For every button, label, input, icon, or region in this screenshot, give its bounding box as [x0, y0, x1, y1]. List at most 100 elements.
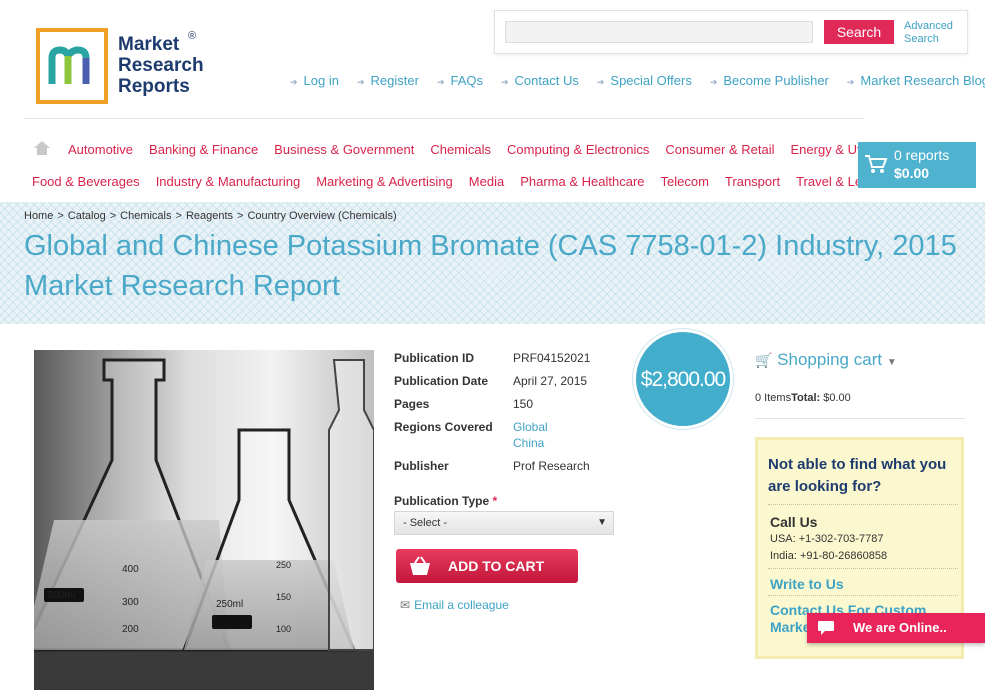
flask1-volume-label: 500ml [48, 590, 75, 601]
flask2-mark-150: 150 [276, 592, 291, 602]
nav-transport[interactable]: Transport [725, 174, 780, 189]
link-label: Special Offers [610, 73, 692, 88]
search-input[interactable] [505, 21, 813, 43]
nav-marketing-advertising[interactable]: Marketing & Advertising [316, 174, 453, 189]
faqs-link[interactable]: ➔ FAQs [437, 73, 483, 88]
arrow-icon: ➔ [709, 77, 718, 87]
page-title: Global and Chinese Potassium Bromate (CA… [24, 230, 957, 302]
envelope-icon: ✉ [400, 598, 411, 612]
breadcrumb: Home > Catalog > Chemicals > Reagents > Country … [24, 210, 397, 222]
become-publisher-link[interactable]: ➔ Become Publisher [710, 73, 829, 88]
arrow-icon: ➔ [356, 77, 365, 87]
publication-id-label: Publication ID [394, 351, 475, 365]
email-colleague-label: Email a colleague [414, 598, 509, 612]
nav-food-beverages[interactable]: Food & Beverages [32, 174, 140, 189]
link-label: FAQs [450, 73, 483, 88]
flask1-mark-300: 300 [122, 597, 139, 608]
live-chat-label: We are Online.. [853, 620, 947, 635]
chat-bubble-icon [818, 621, 834, 635]
email-colleague-link[interactable]: ✉ Email a colleague [400, 598, 509, 612]
logo-line-2: Research [118, 55, 204, 76]
logo-monogram [48, 46, 90, 84]
link-label: Register [370, 73, 419, 88]
blog-link[interactable]: ➔ Market Research Blog [847, 73, 985, 88]
nav-banking-finance[interactable]: Banking & Finance [149, 142, 258, 157]
arrow-icon: ➔ [501, 77, 509, 87]
live-chat-button[interactable]: We are Online.. [807, 613, 985, 643]
nav-media[interactable]: Media [469, 174, 504, 189]
nav-telecom[interactable]: Telecom [661, 174, 709, 189]
nav-industry-manufacturing[interactable]: Industry & Manufacturing [156, 174, 301, 189]
logo[interactable] [36, 28, 108, 104]
logo-line-3: Reports [118, 76, 190, 97]
chevron-down-icon: ▼ [886, 357, 897, 368]
pages-label: Pages [394, 397, 430, 411]
publication-type-text: Publication Type [394, 494, 490, 508]
shopping-cart-summary: 0 ItemsTotal: $0.00 [755, 392, 851, 404]
advanced-search-link[interactable]: Advanced Search [904, 20, 953, 46]
arrow-icon: ➔ [596, 77, 605, 87]
region-china-link[interactable]: China [513, 436, 544, 450]
nav-divider [24, 118, 864, 119]
flask2-mark-250: 250 [276, 560, 291, 570]
publisher-value: Prof Research [513, 459, 590, 473]
breadcrumb-catalog[interactable]: Catalog [68, 210, 106, 222]
cart-icon: 🛒 [755, 352, 773, 368]
dropdown-caret-icon: ▼ [597, 517, 607, 528]
cart-report-count: 0 reports [894, 147, 950, 163]
nav-automotive[interactable]: Automotive [68, 142, 133, 157]
flask1-mark-400: 400 [122, 564, 139, 575]
breadcrumb-separator: > [175, 210, 182, 222]
home-icon[interactable] [33, 140, 51, 156]
nav-consumer-retail[interactable]: Consumer & Retail [665, 142, 774, 157]
link-label: Market Research Blog [860, 73, 985, 88]
cart-icon [865, 155, 888, 173]
publisher-label: Publisher [394, 459, 449, 473]
logo-text: Market Research Reports [118, 34, 204, 97]
shopping-cart-title: Shopping cart [777, 350, 883, 369]
nav-chemicals[interactable]: Chemicals [430, 142, 491, 157]
arrow-icon: ➔ [290, 77, 298, 87]
arrow-icon: ➔ [436, 77, 445, 87]
nav-pharma-healthcare[interactable]: Pharma & Healthcare [520, 174, 644, 189]
nav-business-government[interactable]: Business & Government [274, 142, 414, 157]
login-link[interactable]: ➔ Log in [290, 73, 339, 88]
region-global-link[interactable]: Global [513, 420, 548, 434]
call-us-heading: Call Us [770, 514, 818, 530]
publication-type-label: Publication Type * [394, 494, 497, 508]
shopping-cart-header[interactable]: 🛒 Shopping cart ▼ [755, 350, 897, 370]
flask2-volume-label: 250ml [216, 599, 243, 610]
publication-type-select[interactable]: - Select - ▼ [394, 511, 614, 535]
link-label: Log in [303, 73, 339, 88]
breadcrumb-reagents[interactable]: Reagents [186, 210, 233, 222]
cart-divider [755, 418, 965, 419]
product-image: 500ml 250ml 400 300 200 250 150 100 [34, 350, 374, 690]
publication-id-value: PRF04152021 [513, 351, 591, 365]
nav-computing-electronics[interactable]: Computing & Electronics [507, 142, 649, 157]
help-divider [768, 595, 958, 596]
cart-total-value: $0.00 [823, 392, 851, 404]
regions-label: Regions Covered [394, 420, 493, 434]
price-badge: $2,800.00 [633, 329, 733, 429]
flask2-mark-100: 100 [276, 624, 291, 634]
breadcrumb-home[interactable]: Home [24, 210, 53, 222]
write-to-us-link[interactable]: Write to Us [770, 576, 844, 592]
add-to-cart-button[interactable]: ADD TO CART [396, 549, 578, 583]
breadcrumb-separator: > [109, 210, 117, 222]
contact-us-link[interactable]: ➔ Contact Us [501, 73, 579, 88]
phone-usa: USA: +1-302-703-7787 [770, 533, 884, 545]
publication-date-label: Publication Date [394, 374, 489, 388]
cart-items-count: 0 Items [755, 392, 792, 404]
special-offers-link[interactable]: ➔ Special Offers [597, 73, 692, 88]
register-link[interactable]: ➔ Register [357, 73, 419, 88]
cart-amount: $0.00 [894, 165, 930, 181]
publication-date-value: April 27, 2015 [513, 374, 588, 388]
link-label: Contact Us [514, 73, 579, 88]
breadcrumb-country-overview[interactable]: Country Overview (Chemicals) [247, 210, 396, 222]
header-cart-button[interactable]: 0 reports $0.00 [858, 142, 976, 188]
top-links: ➔ Log in ➔ Register ➔ FAQs ➔ Contact Us ➔ Spe… [290, 73, 985, 88]
category-nav-row-2: Food & Beverages Industry & Manufacturin… [32, 174, 906, 189]
add-to-cart-label: ADD TO CART [448, 558, 545, 574]
breadcrumb-chemicals[interactable]: Chemicals [120, 210, 171, 222]
search-button[interactable]: Search [824, 20, 894, 44]
